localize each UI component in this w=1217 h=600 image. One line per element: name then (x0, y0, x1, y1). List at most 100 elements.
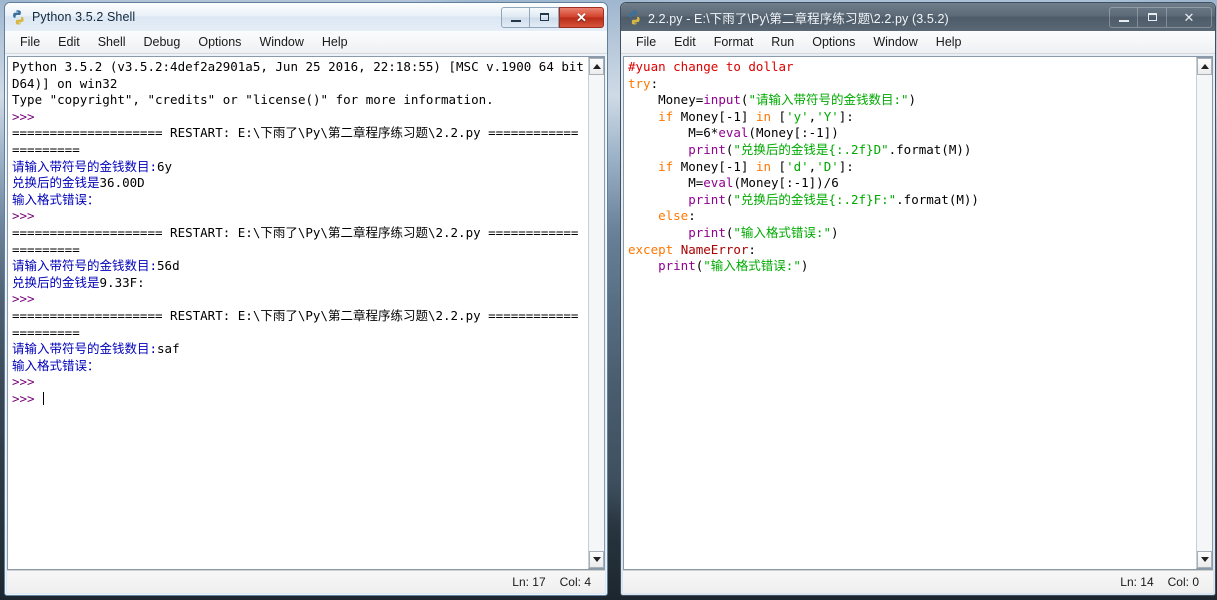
code-token-kw: else (658, 208, 689, 224)
code-line: ========= (12, 325, 588, 342)
code-line: print("兑换后的金钱是{:.2f}F:".format(M)) (628, 192, 1196, 209)
code-line: 请输入带符号的金钱数目:saf (12, 341, 588, 358)
shell-output-text[interactable]: Python 3.5.2 (v3.5.2:4def2a2901a5, Jun 2… (8, 57, 588, 569)
editor-menubar[interactable]: File Edit Format Run Options Window Help (621, 31, 1215, 54)
code-token-plain: ]: (838, 108, 854, 124)
close-icon: ✕ (576, 9, 587, 25)
maximize-icon (1147, 13, 1157, 21)
code-token-plain: ]: (838, 158, 854, 174)
code-line: M=eval(Money[:-1])/6 (628, 175, 1196, 192)
scroll-up-button[interactable] (589, 58, 604, 75)
code-line: M=6*eval(Money[:-1]) (628, 125, 1196, 142)
maximize-icon (539, 13, 549, 21)
close-button[interactable]: ✕ (559, 6, 604, 28)
menu-edit[interactable]: Edit (665, 33, 705, 51)
minimize-icon (510, 19, 521, 22)
code-token-plain: 9.33F: (99, 274, 145, 290)
code-token-plain: .format(M)) (896, 191, 979, 207)
code-token-str: 'D' (816, 158, 839, 174)
menu-window[interactable]: Window (250, 33, 312, 51)
minimize-button[interactable] (1109, 6, 1138, 28)
editor-titlebar[interactable]: 2.2.py - E:\下雨了\Py\第二章程序练习题\2.2.py (3.5.… (621, 3, 1215, 31)
code-line: 请输入带符号的金钱数目:56d (12, 258, 588, 275)
menu-format[interactable]: Format (705, 33, 763, 51)
close-button[interactable]: ✕ (1167, 6, 1212, 28)
code-token-stdout: 请输入带符号的金钱数目: (12, 258, 158, 274)
code-token-err: NameError (680, 241, 749, 257)
code-line: if Money[-1] in ['d','D']: (628, 159, 1196, 176)
scroll-up-button[interactable] (1197, 58, 1212, 75)
close-icon: ✕ (1183, 9, 1195, 25)
code-line: Type "copyright", "credits" or "license(… (12, 92, 588, 109)
menu-help[interactable]: Help (927, 33, 971, 51)
code-token-plain: D64)] on win32 (12, 75, 118, 91)
code-token-prompt: >>> (12, 374, 43, 390)
code-token-plain: (Money[:-1])/6 (733, 175, 839, 191)
maximize-button[interactable] (530, 6, 559, 28)
code-token-plain: Money= (628, 92, 704, 108)
code-line: except NameError: (628, 242, 1196, 259)
scroll-track[interactable] (589, 75, 604, 551)
shell-window-buttons[interactable]: ✕ (501, 6, 604, 28)
code-token-prompt: >>> (12, 208, 43, 224)
menu-run[interactable]: Run (762, 33, 803, 51)
code-token-builtin: eval (718, 125, 749, 141)
menu-help[interactable]: Help (313, 33, 357, 51)
menu-debug[interactable]: Debug (135, 33, 190, 51)
menu-options[interactable]: Options (189, 33, 250, 51)
minimize-button[interactable] (501, 6, 530, 28)
editor-source-text[interactable]: #yuan change to dollar try: Money=input("… (624, 57, 1196, 569)
shell-titlebar[interactable]: Python 3.5.2 Shell ✕ (5, 3, 607, 31)
code-token-builtin: print (688, 141, 726, 157)
arrow-up-icon (592, 64, 601, 69)
editor-col-indicator: Col: 0 (1167, 575, 1199, 589)
python-editor-window[interactable]: 2.2.py - E:\下雨了\Py\第二章程序练习题\2.2.py (3.5.… (620, 2, 1216, 596)
menu-options[interactable]: Options (803, 33, 864, 51)
code-line: 请输入带符号的金钱数目:6y (12, 159, 588, 176)
code-line: else: (628, 208, 1196, 225)
menu-file[interactable]: File (11, 33, 49, 51)
code-line: >>> (12, 208, 588, 225)
code-line: Python 3.5.2 (v3.5.2:4def2a2901a5, Jun 2… (12, 59, 588, 76)
code-token-builtin: print (688, 224, 726, 240)
code-token-plain: M=6* (628, 125, 719, 141)
python-logo-icon (10, 9, 27, 26)
shell-statusbar: Ln: 17 Col: 4 (7, 570, 605, 593)
code-token-plain: Money[-1] (673, 108, 756, 124)
code-line: 输入格式错误： (12, 358, 588, 375)
menu-shell[interactable]: Shell (89, 33, 135, 51)
editor-text-pane[interactable]: #yuan change to dollar try: Money=input("… (623, 56, 1213, 570)
maximize-button[interactable] (1138, 6, 1167, 28)
menu-file[interactable]: File (627, 33, 665, 51)
menu-window[interactable]: Window (864, 33, 926, 51)
editor-window-buttons[interactable]: ✕ (1109, 6, 1212, 28)
menu-edit[interactable]: Edit (49, 33, 89, 51)
code-token-plain: : (748, 241, 756, 257)
scroll-down-button[interactable] (1197, 551, 1212, 568)
code-token-plain: ) (830, 224, 839, 240)
code-line: >>> (12, 291, 588, 308)
code-token-str: "兑换后的金钱是{:.2f}D" (733, 141, 889, 157)
minimize-icon (1118, 19, 1129, 22)
code-line: ==================== RESTART: E:\下雨了\Py\… (12, 308, 588, 325)
code-token-plain: Money[-1] (673, 158, 756, 174)
arrow-up-icon (1200, 64, 1209, 69)
shell-vertical-scrollbar[interactable] (588, 57, 605, 569)
editor-statusbar: Ln: 14 Col: 0 (623, 570, 1213, 593)
scroll-track[interactable] (1197, 75, 1212, 551)
editor-vertical-scrollbar[interactable] (1196, 57, 1213, 569)
python-shell-window[interactable]: Python 3.5.2 Shell ✕ File Edit Shell Deb… (4, 2, 608, 596)
shell-menubar[interactable]: File Edit Shell Debug Options Window Hel… (5, 31, 607, 54)
code-token-plain: [ (771, 158, 787, 174)
code-line: ==================== RESTART: E:\下雨了\Py\… (12, 225, 588, 242)
code-line: try: (628, 76, 1196, 93)
code-token-kw: if (658, 108, 674, 124)
shell-text-pane[interactable]: Python 3.5.2 (v3.5.2:4def2a2901a5, Jun 2… (7, 56, 605, 570)
code-token-stdout: 兑换后的金钱是 (12, 175, 100, 191)
scroll-down-button[interactable] (589, 551, 604, 568)
code-token-comment: #yuan change to dollar (628, 59, 794, 74)
